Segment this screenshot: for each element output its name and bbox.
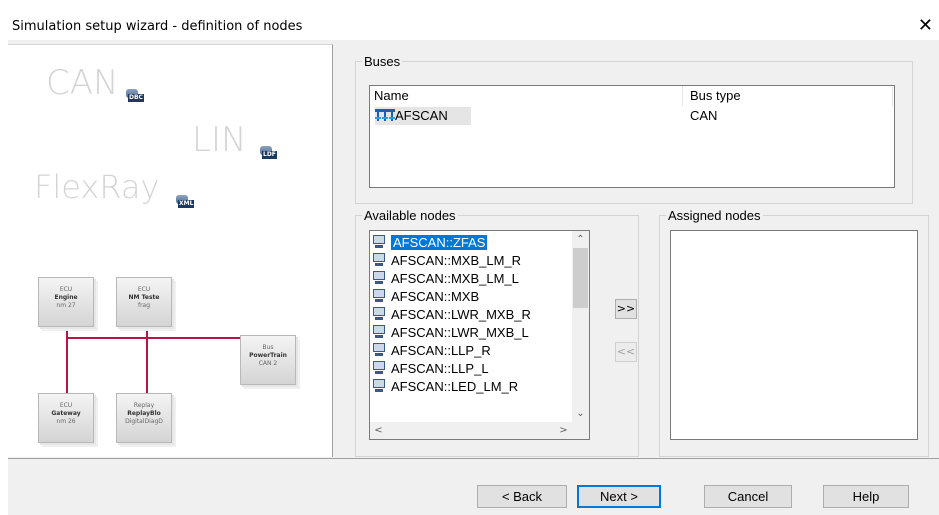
horizontal-scrollbar[interactable]: < > <box>370 422 572 439</box>
list-item[interactable]: AFSCAN::LED_LM_R <box>372 378 518 396</box>
node-icon <box>372 307 386 321</box>
node-icon <box>372 343 386 357</box>
available-nodes-list[interactable]: AFSCAN::ZFAS AFSCAN::MXB_LM_R AFSCAN::MX… <box>369 230 590 440</box>
scrollbar-corner <box>572 422 589 439</box>
column-header-name[interactable]: Name <box>370 86 683 106</box>
database-icon: LDF <box>258 146 278 160</box>
database-icon: XML <box>174 195 195 209</box>
column-header-bus-type[interactable]: Bus type <box>683 86 893 106</box>
bus-block: Bus PowerTrain CAN 2 <box>240 335 296 385</box>
scroll-down-icon[interactable]: ⌄ <box>572 405 589 422</box>
node-icon <box>372 289 386 303</box>
list-item[interactable]: AFSCAN::LWR_MXB_R <box>372 306 531 324</box>
assigned-nodes-legend: Assigned nodes <box>668 208 761 223</box>
list-item[interactable]: AFSCAN::MXB_LM_L <box>372 270 519 288</box>
back-button[interactable]: < Back <box>477 485 567 508</box>
node-icon <box>372 271 386 285</box>
node-icon <box>372 379 386 393</box>
list-item[interactable]: AFSCAN::MXB_LM_R <box>372 252 521 270</box>
window-title: Simulation setup wizard - definition of … <box>12 19 303 34</box>
next-button[interactable]: Next > <box>577 485 661 508</box>
remove-node-button[interactable]: << <box>615 342 637 362</box>
illustration-pane: CAN DBC LIN LDF FlexRay XML ECU Engine n… <box>8 44 333 457</box>
cancel-button[interactable]: Cancel <box>704 485 792 508</box>
buses-list[interactable]: Name Bus type AFSCAN CAN <box>369 85 895 188</box>
list-item[interactable]: AFSCAN::LLP_R <box>372 342 491 360</box>
assigned-nodes-list[interactable] <box>670 230 918 440</box>
node-icon <box>372 253 386 267</box>
database-icon: DBC <box>124 89 144 103</box>
scroll-left-icon[interactable]: < <box>370 422 387 439</box>
scroll-thumb[interactable] <box>573 248 588 308</box>
scroll-right-icon[interactable]: > <box>555 422 572 439</box>
network-icon <box>375 108 395 121</box>
bus-wire <box>66 337 268 339</box>
close-icon[interactable]: ✕ <box>918 15 933 36</box>
bus-row-name[interactable]: AFSCAN <box>375 107 471 125</box>
can-label: CAN <box>46 63 119 103</box>
ecu-block: ECU Engine nm 27 <box>38 277 94 327</box>
flexray-label: FlexRay <box>34 168 160 206</box>
bus-row-type: CAN <box>690 108 718 123</box>
scroll-up-icon[interactable]: ⌃ <box>572 231 589 248</box>
ecu-block: ECU NM Teste frag <box>116 277 172 327</box>
title-bar: Simulation setup wizard - definition of … <box>8 10 939 40</box>
wizard-client: CAN DBC LIN LDF FlexRay XML ECU Engine n… <box>8 40 939 515</box>
buses-legend: Buses <box>364 54 401 69</box>
replay-block: Replay ReplayBlo DigitalDiagD <box>116 393 172 443</box>
list-item[interactable]: AFSCAN::LWR_MXB_L <box>372 324 529 342</box>
ecu-block: ECU Gateway nm 26 <box>38 393 94 443</box>
lin-label: LIN <box>192 120 247 160</box>
node-icon <box>372 235 386 249</box>
available-nodes-legend: Available nodes <box>364 208 456 223</box>
list-item[interactable]: AFSCAN::ZFAS <box>372 234 488 252</box>
list-item[interactable]: AFSCAN::LLP_L <box>372 360 489 378</box>
vertical-scrollbar[interactable]: ⌃ ⌄ <box>572 231 589 422</box>
list-item[interactable]: AFSCAN::MXB <box>372 288 479 306</box>
node-icon <box>372 361 386 375</box>
separator <box>8 458 939 459</box>
add-node-button[interactable]: >> <box>615 299 637 319</box>
node-icon <box>372 325 386 339</box>
help-button[interactable]: Help <box>823 485 909 508</box>
